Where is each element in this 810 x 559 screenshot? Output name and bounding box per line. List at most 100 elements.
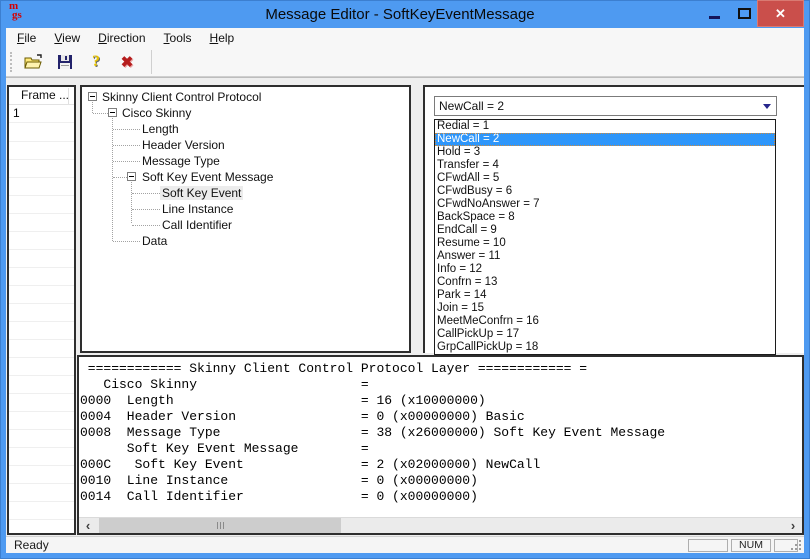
- tree-item-soft-key-event[interactable]: Soft Key Event: [82, 185, 409, 201]
- combobox-value: NewCall = 2: [439, 99, 505, 113]
- toolbar: ? ✖: [6, 48, 804, 77]
- status-pane-caps: [688, 539, 728, 552]
- menu-tools[interactable]: Tools: [155, 29, 201, 47]
- app-window: m gs Message Editor - SoftKeyEventMessag…: [0, 0, 810, 559]
- tree-expand-box[interactable]: [108, 108, 117, 117]
- decode-line: Soft Key Event Message =: [80, 441, 369, 456]
- tree-item-soft-key-event-message[interactable]: Soft Key Event Message: [82, 169, 409, 185]
- tree-item-line-instance[interactable]: Line Instance: [82, 201, 409, 217]
- dropdown-option[interactable]: CFwdBusy = 6: [435, 185, 775, 198]
- tree-item-message-type[interactable]: Message Type: [82, 153, 409, 169]
- resize-grip-icon[interactable]: [799, 548, 801, 550]
- window-title: Message Editor - SoftKeyEventMessage: [265, 5, 535, 23]
- close-icon: ✕: [775, 5, 786, 21]
- scroll-left-arrow-icon[interactable]: ‹: [79, 518, 97, 533]
- dropdown-option[interactable]: EndCall = 9: [435, 224, 775, 237]
- decode-line: ============ Skinny Client Control Proto…: [80, 361, 588, 376]
- decode-line: Cisco Skinny =: [80, 377, 369, 392]
- frame-column-divider: [68, 88, 69, 104]
- open-file-button[interactable]: [21, 50, 47, 74]
- dropdown-option[interactable]: MeetMeConfrn = 16: [435, 315, 775, 328]
- tree-item-label: Cisco Skinny: [122, 106, 192, 120]
- dropdown-option[interactable]: CallPickUp = 17: [435, 328, 775, 341]
- decode-line: 0004 Header Version = 0 (x00000000) Basi…: [80, 409, 525, 424]
- tree-item-label-selected: Soft Key Event: [160, 186, 244, 200]
- frame-row[interactable]: 1: [9, 105, 74, 123]
- field-value-panel: NewCall = 2 Redial = 1 NewCall = 2 Hold …: [423, 85, 804, 355]
- horizontal-scrollbar[interactable]: ‹ ›: [79, 517, 802, 533]
- scrollbar-grip-icon: [220, 522, 221, 529]
- status-message: Ready: [14, 538, 49, 552]
- dropdown-option[interactable]: Park = 14: [435, 289, 775, 302]
- dropdown-option[interactable]: Confrn = 13: [435, 276, 775, 289]
- tree-item-label: Call Identifier: [162, 218, 233, 232]
- decode-line: 0000 Length = 16 (x10000000): [80, 393, 486, 408]
- frame-column-header[interactable]: Frame ...: [9, 87, 74, 105]
- status-bar: Ready NUM: [6, 536, 804, 553]
- tree-item-label: Header Version: [142, 138, 225, 152]
- decode-panel: ============ Skinny Client Control Proto…: [77, 355, 804, 535]
- delete-icon: ✖: [120, 54, 134, 71]
- tree-item-label: Length: [142, 122, 179, 136]
- toolbar-gripper[interactable]: [10, 52, 13, 72]
- delete-button[interactable]: ✖: [114, 50, 140, 74]
- folder-open-icon: [24, 54, 42, 69]
- tree-item-length[interactable]: Length: [82, 121, 409, 137]
- dropdown-option[interactable]: Info = 12: [435, 263, 775, 276]
- maximize-button[interactable]: [730, 0, 758, 27]
- tree-item-cisco-skinny[interactable]: Cisco Skinny: [82, 105, 409, 121]
- status-pane-scrl: [774, 539, 798, 552]
- frame-list-gridlines: [9, 124, 74, 533]
- status-pane-num: NUM: [731, 539, 771, 552]
- menu-bar: File View Direction Tools Help: [6, 28, 804, 48]
- scroll-right-arrow-icon[interactable]: ›: [784, 518, 802, 533]
- tree-expand-box[interactable]: [127, 172, 136, 181]
- decode-line: 0014 Call Identifier = 0 (x00000000): [80, 489, 478, 504]
- menu-help[interactable]: Help: [201, 29, 244, 47]
- dropdown-option[interactable]: Transfer = 4: [435, 159, 775, 172]
- decode-line: 000C Soft Key Event = 2 (x02000000) NewC…: [80, 457, 541, 472]
- dropdown-option[interactable]: CFwdAll = 5: [435, 172, 775, 185]
- close-button[interactable]: ✕: [757, 0, 804, 27]
- tree-item-data[interactable]: Data: [82, 233, 409, 249]
- softkey-value-combobox[interactable]: NewCall = 2: [434, 96, 777, 116]
- menu-view[interactable]: View: [45, 29, 89, 47]
- decode-line: 0010 Line Instance = 0 (x00000000): [80, 473, 478, 488]
- menu-file[interactable]: File: [8, 29, 45, 47]
- tree-item-label: Line Instance: [162, 202, 234, 216]
- softkey-dropdown-list: Redial = 1 NewCall = 2 Hold = 3 Transfer…: [434, 119, 776, 355]
- dropdown-option[interactable]: Redial = 1: [435, 120, 775, 133]
- dropdown-option[interactable]: CFwdNoAnswer = 7: [435, 198, 775, 211]
- minimize-button[interactable]: [700, 0, 728, 27]
- frame-list-panel: Frame ... 1: [7, 85, 76, 535]
- tree-item-header-version[interactable]: Header Version: [82, 137, 409, 153]
- menu-direction[interactable]: Direction: [89, 29, 154, 47]
- save-button[interactable]: [52, 50, 78, 74]
- dropdown-option[interactable]: Hold = 3: [435, 146, 775, 159]
- scrollbar-thumb[interactable]: [99, 518, 341, 533]
- protocol-tree-panel: Skinny Client Control Protocol Cisco Ski…: [80, 85, 411, 353]
- help-icon: ?: [92, 53, 100, 70]
- dropdown-option[interactable]: Join = 15: [435, 302, 775, 315]
- tree-item-label: Message Type: [142, 154, 220, 168]
- decode-text: ============ Skinny Client Control Proto…: [79, 357, 802, 517]
- tree-item-skinny-client-control-protocol[interactable]: Skinny Client Control Protocol: [82, 89, 409, 105]
- tree-item-call-identifier[interactable]: Call Identifier: [82, 217, 409, 233]
- client-area: Frame ... 1 Skinny Client Control Protoc…: [6, 77, 804, 536]
- app-logo-icon: m gs: [9, 1, 29, 26]
- chevron-down-icon[interactable]: [763, 104, 771, 109]
- tree-item-label: Data: [142, 234, 168, 248]
- dropdown-option[interactable]: BackSpace = 8: [435, 211, 775, 224]
- minimize-icon: [708, 16, 720, 19]
- dropdown-option[interactable]: Resume = 10: [435, 237, 775, 250]
- app-logo-bottom: gs: [12, 9, 22, 21]
- dropdown-option[interactable]: Answer = 11: [435, 250, 775, 263]
- dropdown-option-selected[interactable]: NewCall = 2: [435, 133, 775, 146]
- help-button[interactable]: ?: [83, 50, 109, 74]
- title-bar: m gs Message Editor - SoftKeyEventMessag…: [0, 0, 810, 28]
- tree-expand-box[interactable]: [88, 92, 97, 101]
- tree-item-label: Soft Key Event Message: [142, 170, 274, 184]
- maximize-icon: [737, 8, 751, 19]
- save-icon: [58, 55, 72, 69]
- dropdown-option[interactable]: GrpCallPickUp = 18: [435, 341, 775, 354]
